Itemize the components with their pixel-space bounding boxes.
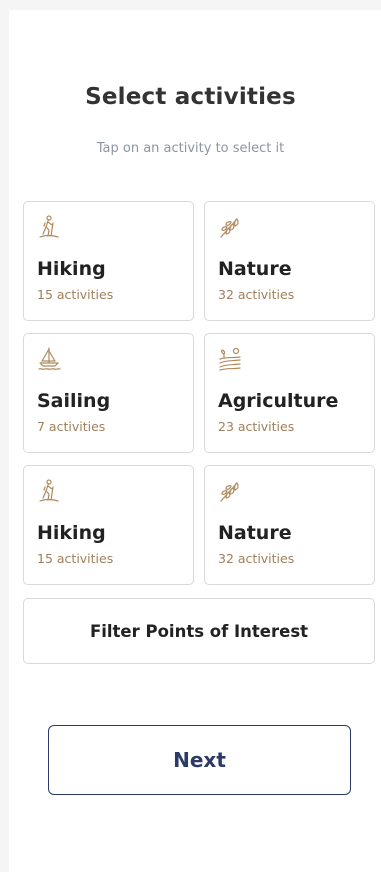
page-subtitle: Tap on an activity to select it bbox=[96, 141, 285, 156]
hiker-icon bbox=[36, 214, 62, 240]
activity-name: Nature bbox=[218, 258, 292, 280]
activity-name: Hiking bbox=[37, 522, 106, 544]
activity-count: 15 activities bbox=[37, 287, 114, 302]
activity-name: Agriculture bbox=[218, 390, 339, 412]
hiker-icon bbox=[36, 478, 62, 504]
activity-card-hiking[interactable]: Hiking 15 activities bbox=[23, 465, 194, 585]
activity-name: Hiking bbox=[37, 258, 106, 280]
activity-card-sailing[interactable]: Sailing 7 activities bbox=[23, 333, 194, 453]
leaf-icon bbox=[217, 214, 243, 240]
page-title: Select activities bbox=[85, 84, 296, 110]
activity-card-agriculture[interactable]: Agriculture 23 activities bbox=[204, 333, 375, 453]
activity-card-hiking[interactable]: Hiking 15 activities bbox=[23, 201, 194, 321]
activity-name: Nature bbox=[218, 522, 292, 544]
leaf-icon bbox=[217, 478, 243, 504]
activity-name: Sailing bbox=[37, 390, 111, 412]
activity-count: 32 activities bbox=[218, 551, 295, 566]
activity-count: 15 activities bbox=[37, 551, 114, 566]
activity-count: 23 activities bbox=[218, 419, 295, 434]
activity-card-nature[interactable]: Nature 32 activities bbox=[204, 465, 375, 585]
filter-points-of-interest-button[interactable]: Filter Points of Interest bbox=[23, 598, 375, 664]
farm-icon bbox=[217, 346, 243, 372]
next-button[interactable]: Next bbox=[48, 725, 351, 795]
activity-card-nature[interactable]: Nature 32 activities bbox=[204, 201, 375, 321]
activity-count: 32 activities bbox=[218, 287, 295, 302]
activity-count: 7 activities bbox=[37, 419, 106, 434]
sailboat-icon bbox=[36, 346, 62, 372]
